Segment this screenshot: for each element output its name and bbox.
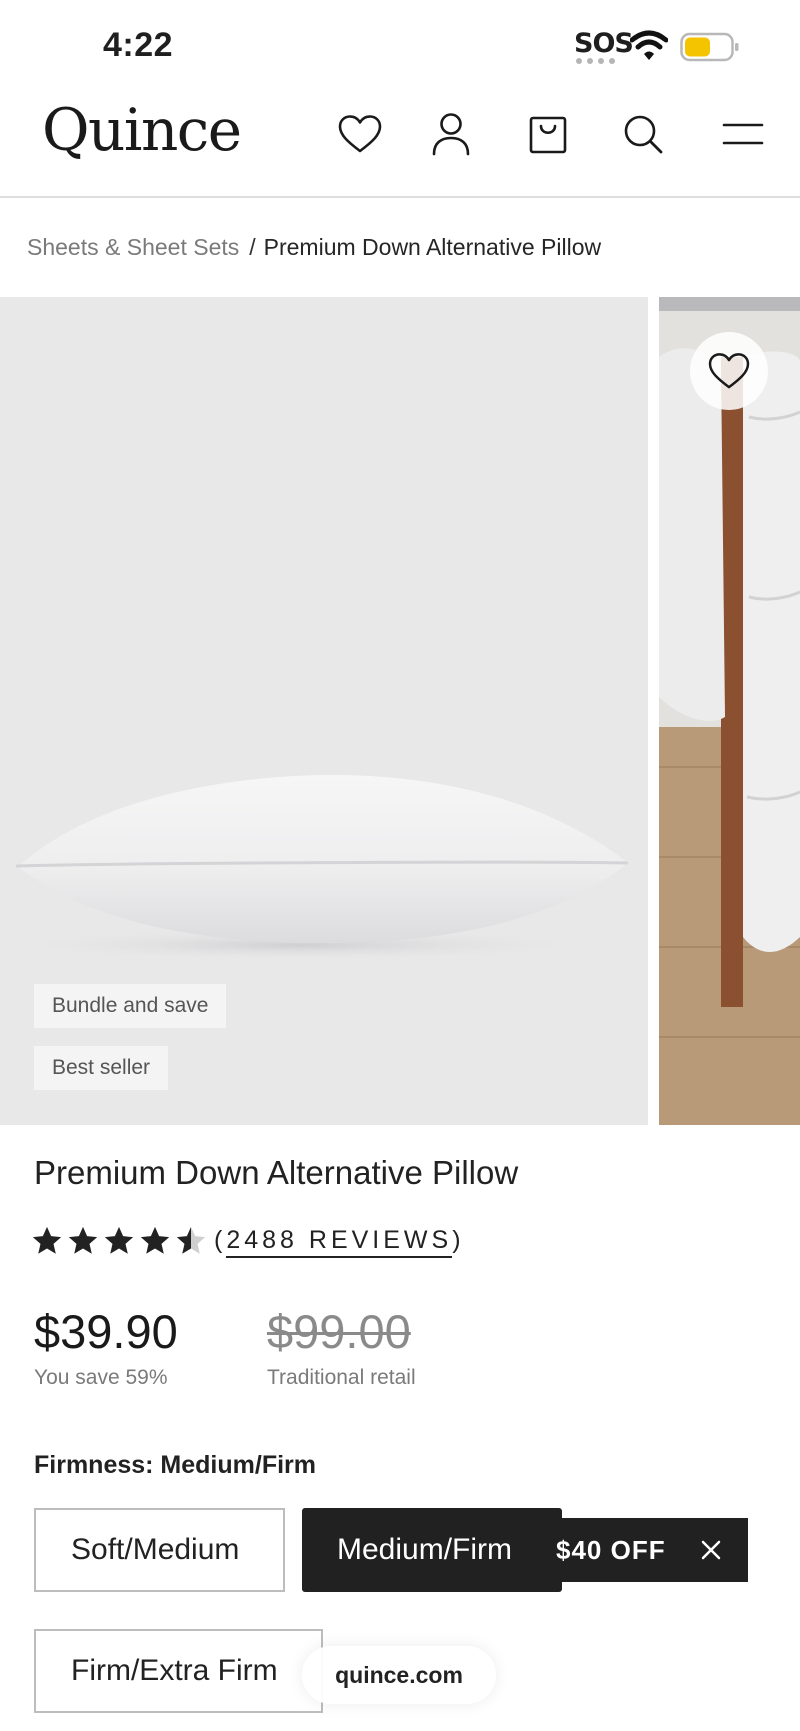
user-icon [432, 113, 470, 156]
wifi-icon [630, 30, 668, 60]
star-full-icon [32, 1226, 62, 1254]
shopping-bag-icon [529, 116, 567, 154]
menu-icon [722, 123, 764, 145]
breadcrumb-parent-link[interactable]: Sheets & Sheet Sets [27, 234, 239, 260]
account-button[interactable] [426, 104, 476, 164]
sale-price: $39.90 [34, 1305, 178, 1358]
promo-text: $40 OFF [556, 1534, 666, 1565]
cart-button[interactable] [523, 104, 573, 164]
badge-bundle: Bundle and save [34, 984, 227, 1028]
browser-url-bar[interactable]: quince.com [302, 1646, 496, 1704]
quince-logo[interactable]: Quince [42, 96, 242, 164]
heart-icon [338, 115, 382, 153]
breadcrumb-separator: / [249, 234, 256, 260]
menu-button[interactable] [718, 104, 768, 164]
battery-icon [680, 32, 739, 62]
search-icon [624, 115, 663, 154]
star-full-icon [140, 1226, 170, 1254]
savings-text: You save 59% [34, 1366, 168, 1389]
promo-banner[interactable]: $40 OFF [520, 1518, 748, 1582]
product-title: Premium Down Alternative Pillow [34, 1154, 519, 1191]
rating-stars[interactable] [30, 1224, 208, 1260]
signal-dots-icon [576, 58, 615, 64]
duvet-image [659, 297, 800, 1125]
star-full-icon [104, 1226, 134, 1254]
sos-indicator: SOS [574, 28, 634, 59]
firmness-label: Firmness: Medium/Firm [34, 1451, 316, 1479]
product-image-next[interactable] [659, 297, 800, 1125]
wishlist-button[interactable] [335, 104, 385, 164]
firmness-option-soft-medium[interactable]: Soft/Medium [34, 1508, 285, 1592]
breadcrumb: Sheets & Sheet Sets / Premium Down Alterna… [27, 234, 601, 261]
add-to-wishlist-button[interactable] [690, 332, 768, 410]
status-time: 4:22 [103, 26, 174, 64]
search-button[interactable] [618, 104, 668, 164]
star-full-icon [68, 1226, 98, 1254]
badge-best-seller: Best seller [34, 1046, 169, 1090]
heart-icon [708, 353, 750, 389]
reviews-paren-close: ) [452, 1226, 465, 1254]
header-divider [0, 196, 800, 198]
product-image-main[interactable]: Bundle and save Best seller [0, 297, 648, 1125]
retail-label: Traditional retail [267, 1366, 416, 1389]
breadcrumb-current: Premium Down Alternative Pillow [263, 234, 602, 260]
reviews-count: (2488 REVIEWS) [214, 1226, 465, 1258]
star-half-icon [176, 1226, 206, 1254]
firmness-option-firm-extra-firm[interactable]: Firm/Extra Firm [34, 1629, 323, 1713]
close-icon[interactable] [700, 1539, 722, 1561]
reviews-paren-open: ( [214, 1226, 227, 1254]
reviews-link[interactable]: 2488 REVIEWS [226, 1226, 453, 1258]
retail-price: $99.00 [267, 1305, 411, 1358]
